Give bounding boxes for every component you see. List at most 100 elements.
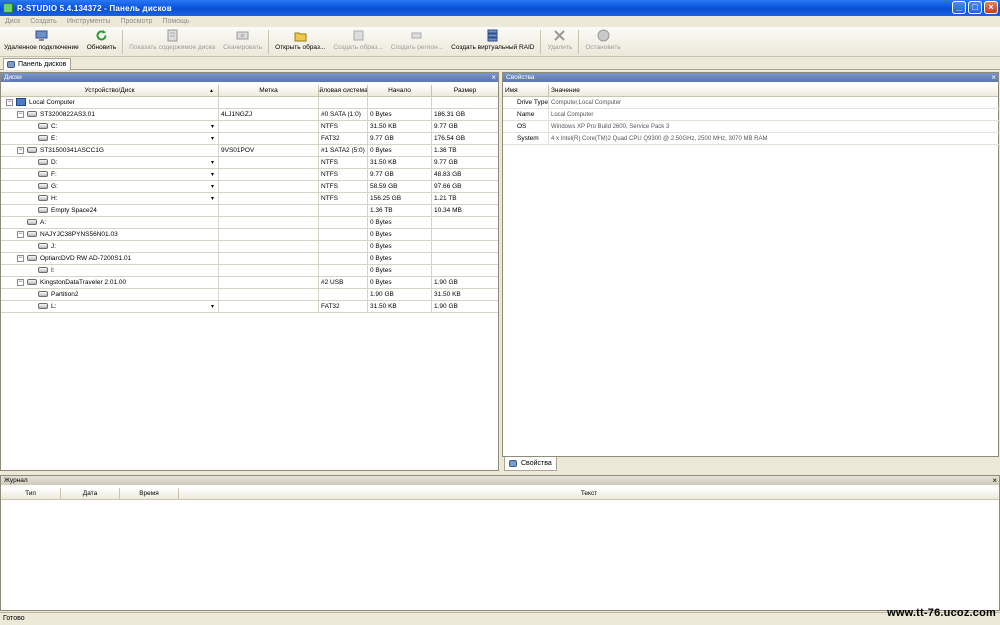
chevron-down-icon[interactable]: ▾: [211, 169, 214, 181]
disk-icon: [38, 123, 48, 130]
menu-create[interactable]: Создать: [25, 18, 62, 25]
tree-toggle[interactable]: −: [17, 146, 24, 154]
table-row[interactable]: C: ▾ NTFS 31.50 KB 9.77 GB: [1, 121, 498, 133]
column-filesystem[interactable]: Файловая система: [319, 85, 368, 96]
table-row[interactable]: Empty Space24 1.36 TB 10.34 MB: [1, 205, 498, 217]
property-row[interactable]: Name Local Computer: [503, 109, 999, 121]
tree-toggle[interactable]: −: [17, 110, 24, 118]
tab-properties[interactable]: Свойства: [504, 457, 557, 471]
property-row[interactable]: OS Windows XP Pro Build 2600, Service Pa…: [503, 121, 999, 133]
start-cell: 0 Bytes: [368, 241, 432, 253]
table-row[interactable]: G: ▾ NTFS 58.59 GB 97.66 GB: [1, 181, 498, 193]
table-row[interactable]: E: ▾ FAT32 9.77 GB 176.54 GB: [1, 133, 498, 145]
remote-connect-button[interactable]: Удаленное подключение: [0, 27, 83, 57]
table-row[interactable]: − NAJYJC38PYNS56N01.03 0 Bytes: [1, 229, 498, 241]
show-contents-icon: [167, 29, 178, 42]
device-cell: − OptiarcDVD RW AD-7200S1.01: [1, 253, 219, 265]
virtual-raid-icon: [487, 29, 498, 42]
create-region-button[interactable]: Создать регион...: [387, 27, 447, 57]
minimize-button[interactable]: _: [952, 1, 966, 14]
start-cell: 58.59 GB: [368, 181, 432, 193]
size-cell: 10.34 MB: [434, 207, 462, 214]
menu-help[interactable]: Помощь: [157, 18, 194, 25]
delete-button[interactable]: Удалить: [543, 27, 576, 57]
column-label[interactable]: Метка: [219, 85, 319, 96]
tree-toggle[interactable]: −: [17, 278, 24, 286]
close-icon[interactable]: ×: [992, 476, 997, 485]
column-start[interactable]: Начало: [368, 85, 432, 96]
chevron-down-icon[interactable]: ▾: [211, 121, 214, 133]
table-row[interactable]: D: ▾ NTFS 31.50 KB 9.77 GB: [1, 157, 498, 169]
table-row[interactable]: Partition2 1.90 GB 31.50 KB: [1, 289, 498, 301]
column-text[interactable]: Текст: [179, 488, 999, 499]
disk-icon: [38, 171, 48, 178]
create-image-button[interactable]: Создать образ...: [329, 27, 386, 57]
close-window-button[interactable]: ×: [984, 1, 998, 14]
close-icon[interactable]: ×: [991, 73, 996, 82]
column-name[interactable]: Имя: [503, 85, 549, 96]
column-size[interactable]: Размер: [432, 85, 498, 96]
table-row[interactable]: − ST31500341ASCC1G 9VS01POV #1 SATA2 (5:0…: [1, 145, 498, 157]
scan-button[interactable]: Сканировать: [219, 27, 266, 57]
label-cell: [219, 265, 319, 277]
table-row[interactable]: H: ▾ NTFS 156.25 GB 1.21 TB: [1, 193, 498, 205]
size-cell: 48.83 GB: [434, 171, 462, 178]
filesystem-cell: [319, 265, 368, 277]
column-date[interactable]: Дата: [61, 488, 120, 499]
label-cell: [219, 157, 319, 169]
table-row[interactable]: − ST3200822AS3.01 4LJ1NGZJ #0 SATA (1:0) …: [1, 109, 498, 121]
window-title: R-STUDIO 5.4.134372 - Панель дисков: [17, 3, 172, 13]
log-column-header: Тип Дата Время Текст: [1, 488, 999, 500]
table-row[interactable]: − OptiarcDVD RW AD-7200S1.01 0 Bytes: [1, 253, 498, 265]
column-device[interactable]: Устройство/Диск ▲: [1, 85, 219, 96]
tree-toggle[interactable]: −: [17, 254, 24, 262]
filesystem-cell: FAT32: [319, 133, 368, 145]
table-row[interactable]: − Local Computer: [1, 97, 498, 109]
table-row[interactable]: − KingstonDataTraveler 2.01.00 #2 USB 0 B…: [1, 277, 498, 289]
disk-icon: [38, 291, 48, 298]
property-row[interactable]: System 4 x Intel(R) Core(TM)2 Quad CPU Q…: [503, 133, 999, 145]
chevron-down-icon[interactable]: ▾: [211, 193, 214, 205]
menu-view[interactable]: Просмотр: [115, 18, 157, 25]
column-value[interactable]: Значение: [549, 85, 998, 96]
open-image-button[interactable]: Открыть образ...: [271, 27, 329, 57]
maximize-button[interactable]: □: [968, 1, 982, 14]
property-row[interactable]: Drive Type Computer,Local Computer: [503, 97, 999, 109]
chevron-down-icon[interactable]: ▾: [211, 181, 214, 193]
chevron-down-icon[interactable]: ▾: [211, 133, 214, 145]
toolbar-separator: [122, 30, 124, 54]
tree-toggle[interactable]: −: [6, 98, 13, 106]
filesystem-cell: [319, 289, 368, 301]
chevron-down-icon[interactable]: ▾: [211, 301, 214, 313]
start-cell: 0 Bytes: [368, 217, 432, 229]
virtual-raid-button[interactable]: Создать виртуальный RAID: [447, 27, 538, 57]
start-cell: 0 Bytes: [368, 145, 432, 157]
close-icon[interactable]: ×: [491, 73, 496, 82]
menu-tools[interactable]: Инструменты: [62, 18, 116, 25]
label-cell: [219, 133, 319, 145]
table-row[interactable]: F: ▾ NTFS 9.77 GB 48.83 GB: [1, 169, 498, 181]
table-row[interactable]: I: 0 Bytes: [1, 265, 498, 277]
device-cell: F: ▾: [1, 169, 219, 181]
filesystem-cell: [319, 97, 368, 109]
tree-toggle[interactable]: −: [17, 230, 24, 238]
menu-disk[interactable]: Диск: [0, 18, 25, 25]
disk-icon: [27, 279, 37, 286]
create-region-icon: [411, 32, 422, 39]
column-time[interactable]: Время: [120, 488, 179, 499]
refresh-button[interactable]: Обновить: [83, 27, 120, 57]
table-row[interactable]: L: ▾ FAT32 31.50 KB 1.90 GB: [1, 301, 498, 313]
filesystem-cell: FAT32: [319, 301, 368, 313]
disk-icon: [27, 219, 37, 226]
table-row[interactable]: A: 0 Bytes: [1, 217, 498, 229]
disk-icon: [38, 195, 48, 202]
disk-panel-icon: [7, 61, 15, 68]
show-contents-button[interactable]: Показать содержимое диска: [125, 27, 219, 57]
chevron-down-icon[interactable]: ▾: [211, 157, 214, 169]
column-type[interactable]: Тип: [1, 488, 61, 499]
stop-button[interactable]: Остановить: [581, 27, 624, 57]
tab-disk-panel[interactable]: Панель дисков: [3, 58, 72, 70]
size-cell: 31.50 KB: [434, 291, 461, 298]
table-row[interactable]: J: 0 Bytes: [1, 241, 498, 253]
size-cell: 9.77 GB: [434, 123, 458, 130]
